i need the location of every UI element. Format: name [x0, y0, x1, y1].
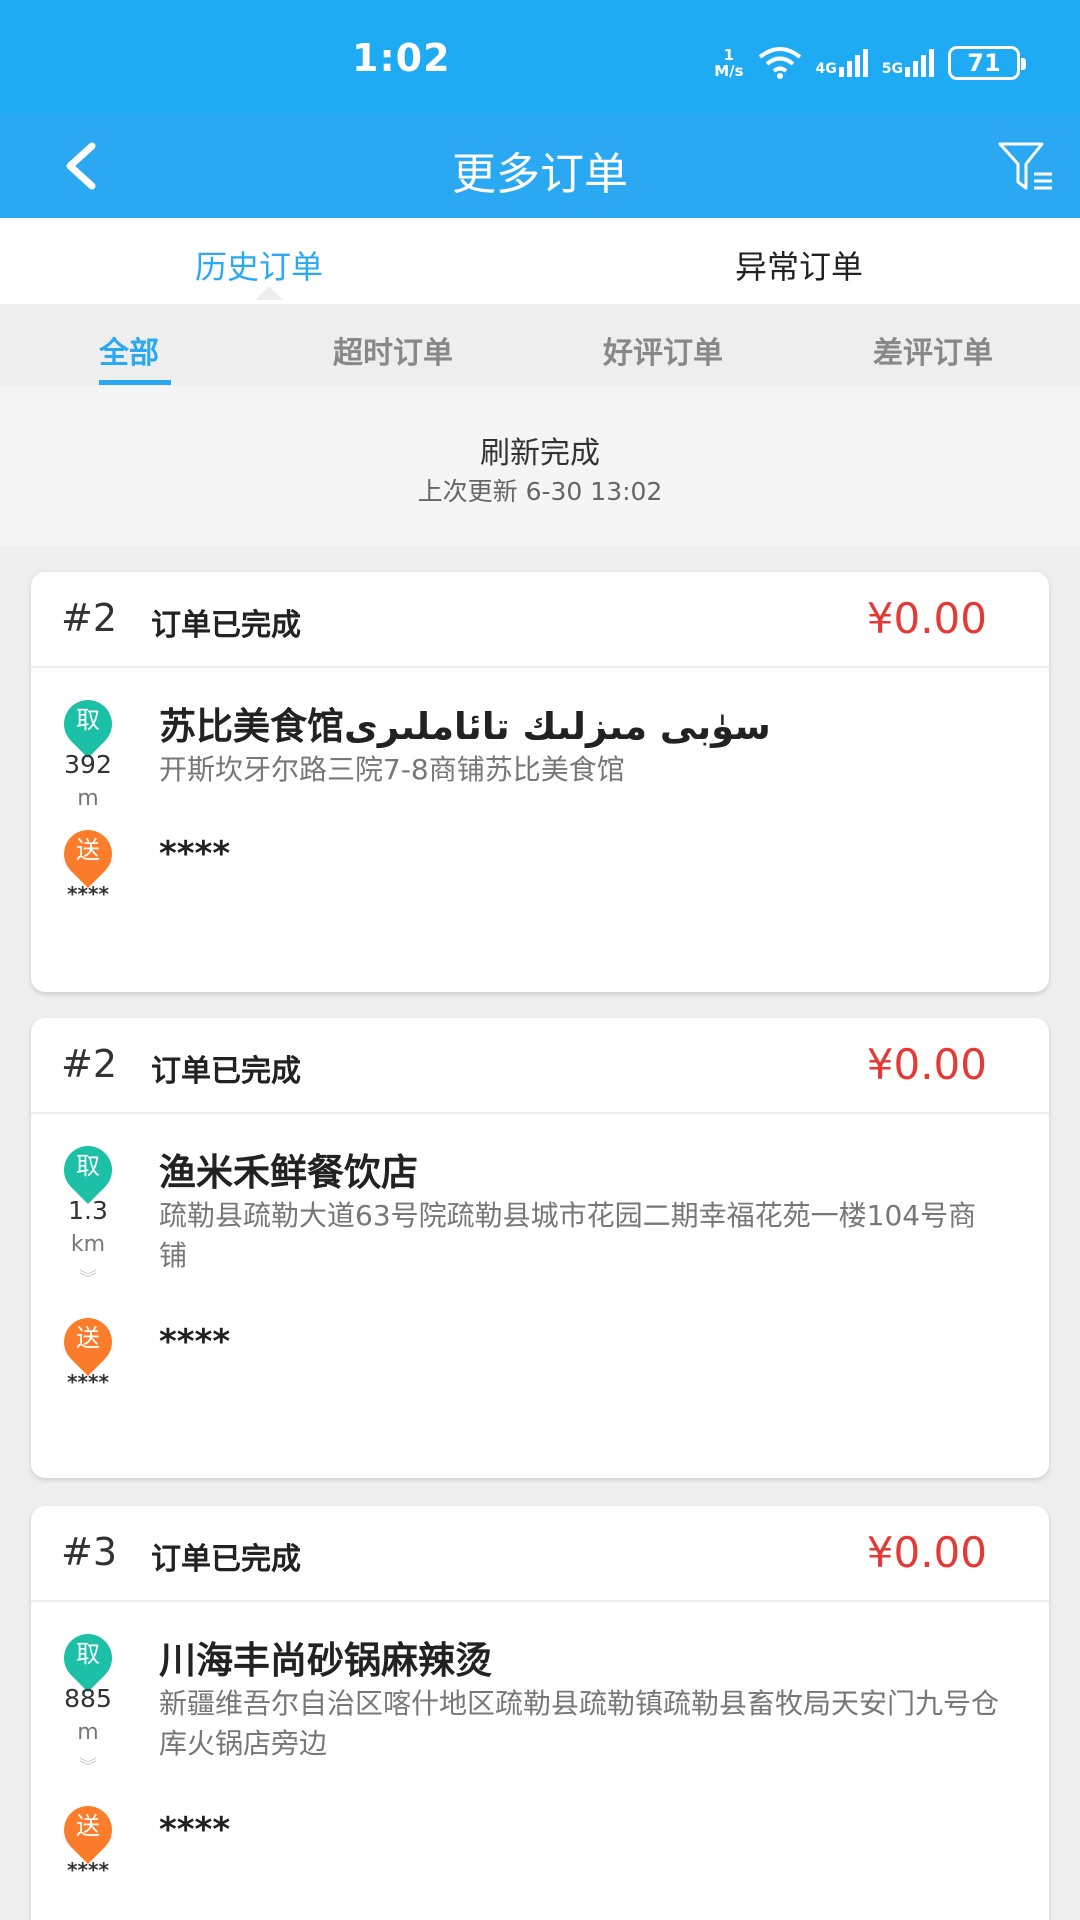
shop-name: 渔米禾鲜餐饮店: [159, 1151, 418, 1194]
deliver-distance: ****: [67, 882, 109, 906]
order-price: ¥0.00: [866, 594, 987, 643]
order-card[interactable]: #2 订单已完成 ¥0.00 取 1.3 km ︾ 送 **** 渔米禾鲜餐饮店…: [31, 1018, 1049, 1478]
status-bar: 1:02 1 M/s 4G 5G 71: [0, 0, 1080, 114]
shop-address: 开斯坎牙尔路三院7-8商铺苏比美食馆: [159, 753, 625, 786]
order-card-header: #2 订单已完成 ¥0.00: [31, 1018, 1049, 1114]
pickup-distance: 392: [64, 750, 112, 779]
route-chevron-icon: ︾: [79, 1757, 97, 1778]
distance-unit: km: [70, 1232, 106, 1257]
shop-name: 川海丰尚砂锅麻辣烫: [159, 1639, 492, 1682]
tab-history-orders[interactable]: 历史订单: [195, 242, 323, 288]
order-status: 订单已完成: [151, 1542, 301, 1577]
order-number: #2: [61, 596, 118, 640]
customer-name: ****: [159, 1322, 231, 1362]
customer-name: ****: [159, 1810, 231, 1850]
pickup-distance: 885: [64, 1684, 112, 1713]
pickup-badge: 取: [76, 1152, 100, 1180]
refresh-title: 刷新完成: [480, 436, 600, 471]
order-number: #2: [61, 1042, 118, 1086]
subtab-timeout[interactable]: 超时订单: [333, 328, 453, 372]
tab-abnormal-orders[interactable]: 异常订单: [735, 242, 863, 288]
shop-name: 苏比美食馆سۈبى مىزلىك تائاملىرى: [159, 705, 771, 748]
pickup-badge: 取: [76, 1640, 100, 1668]
order-card-header: #2 订单已完成 ¥0.00: [31, 572, 1049, 668]
subtab-underline: [99, 380, 171, 385]
network-speed: 1 M/s: [714, 46, 744, 80]
order-card[interactable]: #3 订单已完成 ¥0.00 取 885 m ︾ 送 **** 川海丰尚砂锅麻辣…: [31, 1506, 1049, 1920]
customer-name: ****: [159, 834, 231, 874]
signal-4g-icon: 4G: [816, 49, 868, 77]
filter-icon[interactable]: [996, 138, 1056, 198]
distance-unit: m: [77, 1720, 99, 1745]
signal-5g-icon: 5G: [882, 49, 934, 77]
page-title: 更多订单: [452, 149, 628, 200]
battery-icon: 71: [948, 46, 1026, 80]
shop-address: 新疆维吾尔自治区喀什地区疏勒县疏勒镇疏勒县畜牧局天安门九号仓库火锅店旁边: [159, 1687, 1000, 1760]
status-time: 1:02: [352, 36, 451, 80]
sub-tabs: 全部 超时订单 好评订单 差评订单: [0, 304, 1080, 386]
pickup-badge: 取: [76, 706, 100, 734]
deliver-distance: ****: [67, 1858, 109, 1882]
deliver-badge: 送: [76, 1324, 100, 1352]
subtab-all[interactable]: 全部: [99, 328, 159, 372]
main-tabs: 历史订单 异常订单: [0, 218, 1080, 304]
app-bar: 更多订单: [0, 114, 1080, 218]
refresh-time: 上次更新 6-30 13:02: [417, 477, 663, 506]
deliver-badge: 送: [76, 836, 100, 864]
distance-unit: m: [77, 786, 99, 811]
pickup-distance: 1.3: [68, 1196, 108, 1225]
wifi-icon: [758, 47, 801, 79]
order-number: #3: [61, 1530, 118, 1574]
subtab-bad-review[interactable]: 差评订单: [873, 328, 993, 372]
order-card[interactable]: #2 订单已完成 ¥0.00 取 392 m 送 **** 苏比美食馆سۈبى …: [31, 572, 1049, 992]
order-price: ¥0.00: [866, 1528, 987, 1577]
deliver-distance: ****: [67, 1370, 109, 1394]
deliver-badge: 送: [76, 1812, 100, 1840]
order-status: 订单已完成: [151, 1054, 301, 1089]
active-tab-indicator: [255, 286, 283, 300]
order-card-header: #3 订单已完成 ¥0.00: [31, 1506, 1049, 1602]
route-chevron-icon: ︾: [79, 1269, 97, 1290]
subtab-good-review[interactable]: 好评订单: [603, 328, 723, 372]
order-status: 订单已完成: [151, 608, 301, 643]
order-price: ¥0.00: [866, 1040, 987, 1089]
status-icons: 1 M/s 4G 5G 71: [714, 38, 1026, 88]
shop-address: 疏勒县疏勒大道63号院疏勒县城市花园二期幸福花苑一楼104号商铺: [159, 1199, 977, 1272]
refresh-indicator: 刷新完成 上次更新 6-30 13:02: [0, 386, 1080, 546]
